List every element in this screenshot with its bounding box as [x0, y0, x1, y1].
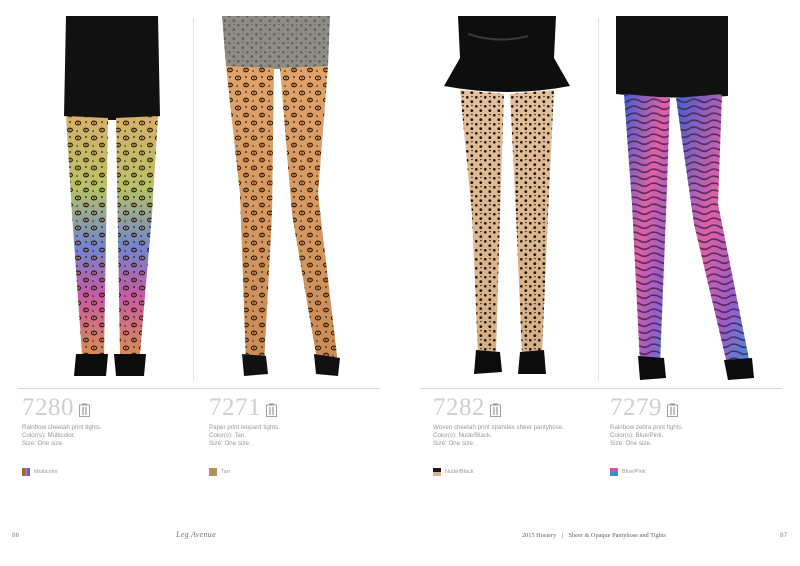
- description-line: Size: One size.: [610, 439, 652, 447]
- product-photo-7280: [64, 16, 160, 376]
- section-title: 2015 Hosiery | Sheer & Opaque Pantyhose …: [522, 532, 666, 539]
- product-photo-7271: [222, 16, 340, 376]
- page-number-right: 87: [780, 532, 788, 539]
- swatch-label: Multicolor: [34, 469, 58, 476]
- package-icon: [266, 403, 277, 417]
- description-line: Color(s): Nude/Black.: [433, 431, 492, 439]
- description-line: Paper print leopard tights.: [209, 424, 280, 431]
- product-7282: 7282 Woven cheetah print spandex sheer p…: [433, 394, 603, 477]
- product-description: Woven cheetah print spandex sheer pantyh…: [433, 424, 603, 447]
- package-icon: [79, 403, 90, 417]
- product-7280: 7280 Rainbow cheetah print tights. Color…: [22, 394, 192, 477]
- product-description: Rainbow zebra print tights. Color(s): Bl…: [610, 424, 780, 447]
- section-divider: |: [561, 532, 563, 539]
- description-line: Woven cheetah print spandex sheer pantyh…: [433, 424, 564, 431]
- swatch-label: Blue/Pink: [622, 469, 646, 476]
- color-swatch: [433, 468, 441, 477]
- product-code: 7282: [433, 394, 485, 421]
- right-page: 7282 Woven cheetah print spandex sheer p…: [400, 0, 800, 566]
- color-swatch: [610, 468, 618, 477]
- description-line: Size: One size.: [22, 439, 64, 447]
- product-code: 7271: [209, 394, 261, 421]
- brand-logo: Leg Avenue: [176, 530, 216, 539]
- description-line: Color(s): Tan.: [209, 431, 247, 439]
- product-photo-7279: [616, 16, 754, 380]
- description-line: Rainbow zebra print tights.: [610, 424, 684, 431]
- package-icon: [490, 403, 501, 417]
- product-7279: 7279 Rainbow zebra print tights. Color(s…: [610, 394, 780, 477]
- description-line: Color(s): Multicolor.: [22, 431, 76, 439]
- color-swatch: [209, 468, 217, 477]
- product-description: Rainbow cheetah print tights. Color(s): …: [22, 424, 192, 447]
- color-swatch: [22, 468, 30, 477]
- left-page: 7280 Rainbow cheetah print tights. Color…: [0, 0, 400, 566]
- section-name: Sheer & Opaque Pantyhose and Tights: [568, 532, 666, 539]
- page-number-left: 86: [12, 532, 20, 539]
- description-line: Rainbow cheetah print tights.: [22, 424, 102, 431]
- product-description: Paper print leopard tights. Color(s): Ta…: [209, 424, 379, 447]
- package-icon: [667, 403, 678, 417]
- description-line: Color(s): Blue/Pink.: [610, 431, 664, 439]
- section-year: 2015 Hosiery: [522, 532, 557, 539]
- product-code: 7279: [610, 394, 662, 421]
- product-code: 7280: [22, 394, 74, 421]
- description-line: Size: One size.: [209, 439, 251, 447]
- description-line: Size: One size.: [433, 439, 475, 447]
- swatch-label: Tan: [221, 469, 231, 476]
- product-photo-7282: [444, 16, 570, 374]
- swatch-label: Nude/Black: [445, 469, 474, 476]
- product-7271: 7271 Paper print leopard tights. Color(s…: [209, 394, 379, 477]
